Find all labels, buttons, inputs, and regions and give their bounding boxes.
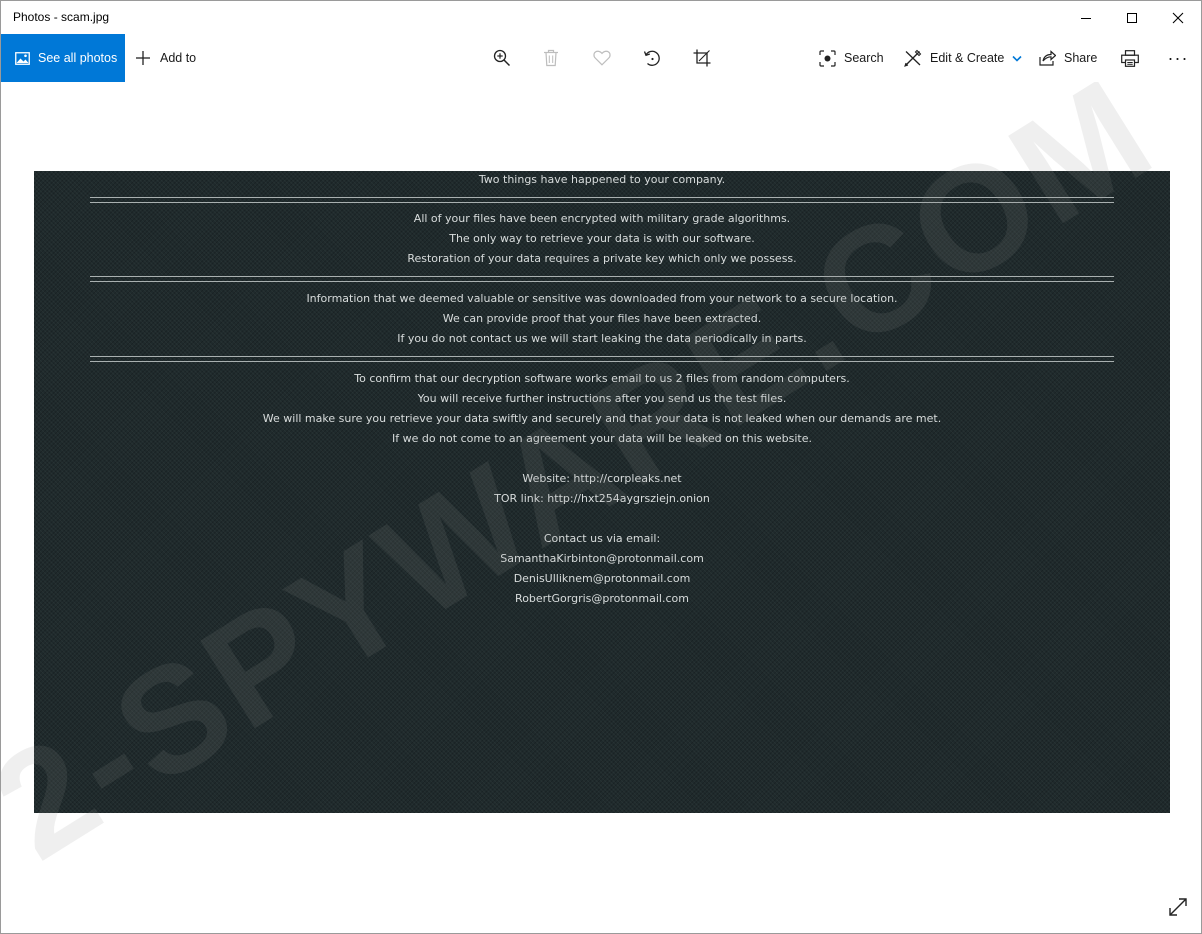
photos-app-window: Photos - scam.jpg See all photos Add to xyxy=(0,0,1202,934)
zoom-in-icon xyxy=(493,49,511,67)
window-title: Photos - scam.jpg xyxy=(13,10,110,24)
rotate-button[interactable] xyxy=(632,34,672,82)
edit-create-button[interactable]: Edit & Create xyxy=(904,34,1022,82)
photo-gallery-icon xyxy=(15,51,30,65)
crop-icon xyxy=(693,49,711,67)
print-button[interactable] xyxy=(1111,34,1149,82)
full-screen-button[interactable] xyxy=(1161,890,1195,924)
more-options-button[interactable]: ··· xyxy=(1159,34,1197,82)
chevron-down-icon xyxy=(1012,55,1022,62)
add-to-label: Add to xyxy=(160,51,197,65)
close-button[interactable] xyxy=(1155,1,1201,34)
minimize-icon xyxy=(1081,17,1091,19)
title-bar[interactable]: Photos - scam.jpg xyxy=(1,1,1201,34)
rotate-icon xyxy=(643,50,660,66)
close-icon xyxy=(1172,12,1184,23)
see-all-photos-label: See all photos xyxy=(38,51,118,65)
add-to-button[interactable]: Add to xyxy=(135,34,196,82)
search-lens-icon xyxy=(819,49,836,67)
minimize-button[interactable] xyxy=(1063,1,1109,34)
maximize-icon xyxy=(1127,12,1137,23)
trash-icon xyxy=(544,49,558,67)
expand-icon xyxy=(1169,898,1187,916)
crop-button[interactable] xyxy=(682,34,722,82)
edit-pen-icon xyxy=(904,49,922,67)
zoom-button[interactable] xyxy=(482,34,522,82)
see-all-photos-button[interactable]: See all photos xyxy=(1,34,125,82)
favorite-button[interactable] xyxy=(582,34,622,82)
search-button[interactable]: Search xyxy=(819,34,884,82)
maximize-button[interactable] xyxy=(1109,1,1155,34)
share-icon xyxy=(1039,50,1056,66)
printer-icon xyxy=(1121,49,1139,67)
image-viewport[interactable]: Two things have happened to your company… xyxy=(1,82,1201,933)
share-button[interactable]: Share xyxy=(1039,34,1097,82)
edit-create-label: Edit & Create xyxy=(930,51,1005,65)
heart-icon xyxy=(593,50,611,66)
delete-button[interactable] xyxy=(531,34,571,82)
plus-icon xyxy=(136,51,150,65)
command-bar: See all photos Add to Search Edit & Crea… xyxy=(1,34,1201,82)
expand-container xyxy=(1,82,1201,933)
search-label: Search xyxy=(844,51,884,65)
share-label: Share xyxy=(1064,51,1098,65)
